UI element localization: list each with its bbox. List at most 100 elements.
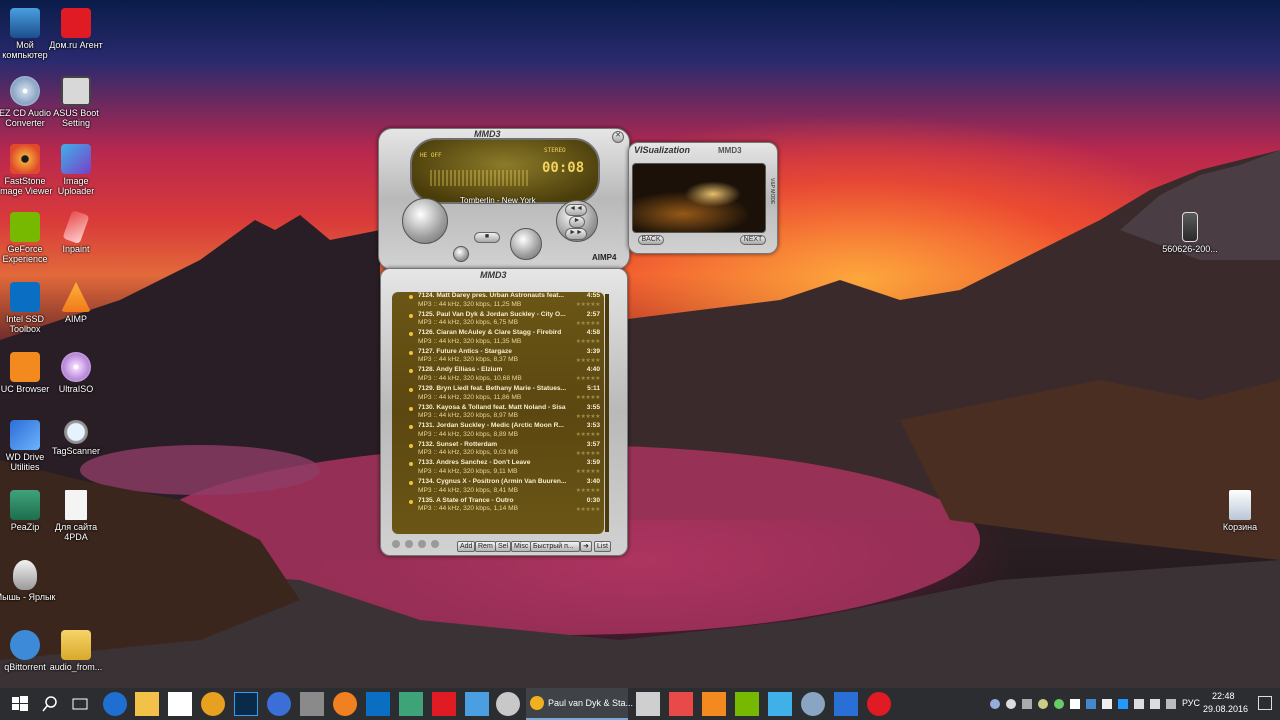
- domru-taskbar-icon[interactable]: [432, 692, 456, 716]
- playlist-item-rating[interactable]: ★★★★★: [576, 431, 601, 440]
- playlist-item-rating[interactable]: ★★★★★: [576, 487, 601, 496]
- wd-taskbar-icon[interactable]: [834, 692, 858, 716]
- desktop-icon-image-uploader[interactable]: Image Uploader: [44, 144, 108, 196]
- playlist-item[interactable]: 7129. Bryn Liedl feat. Bethany Marie - S…: [392, 385, 604, 404]
- playlist-item[interactable]: 7133. Andres Sanchez - Don't Leave MP3 ::…: [392, 459, 604, 478]
- app-icon-4[interactable]: [333, 692, 357, 716]
- desktop-icon-domru[interactable]: Дом.ru Агент: [44, 8, 108, 50]
- task-view-icon[interactable]: [68, 692, 92, 716]
- tray-icon-4[interactable]: [1038, 699, 1048, 709]
- play-button[interactable]: ►: [569, 216, 585, 228]
- next-button[interactable]: ►►: [565, 228, 587, 240]
- desktop-icon-tagscanner[interactable]: TagScanner: [44, 420, 108, 456]
- playlist-item-rating[interactable]: ★★★★★: [576, 375, 601, 384]
- prev-button[interactable]: ◄◄: [565, 204, 587, 216]
- balance-knob[interactable]: [510, 228, 542, 260]
- uc-taskbar-icon[interactable]: [702, 692, 726, 716]
- tray-icon-2[interactable]: [1006, 699, 1016, 709]
- app-icon-2[interactable]: [267, 692, 291, 716]
- close-icon[interactable]: ✕: [612, 131, 624, 143]
- playlist-item-rating[interactable]: ★★★★★: [576, 357, 601, 366]
- app-icon-7[interactable]: [801, 692, 825, 716]
- playlist-item-rating[interactable]: ★★★★★: [576, 320, 601, 329]
- volume-knob[interactable]: [402, 198, 448, 244]
- playlist-item-rating[interactable]: ★★★★★: [576, 413, 601, 422]
- playlist-item[interactable]: 7130. Kayosa & Tolland feat. Matt Noland…: [392, 404, 604, 423]
- desktop-icon-mouse[interactable]: Мышь - Ярлык: [0, 560, 57, 602]
- search-icon[interactable]: [38, 692, 62, 716]
- app-icon-6[interactable]: [768, 692, 792, 716]
- start-icon[interactable]: [8, 692, 32, 716]
- vis-next-button[interactable]: NEXT: [740, 235, 766, 245]
- bluetooth-icon[interactable]: [1118, 699, 1128, 709]
- intel-taskbar-icon[interactable]: [366, 692, 390, 716]
- desktop-icon-4pda[interactable]: Для сайта 4PDA: [44, 490, 108, 542]
- calculator-icon[interactable]: [636, 692, 660, 716]
- volume-icon[interactable]: [1150, 699, 1160, 709]
- small-knob[interactable]: [453, 246, 469, 262]
- clock-time[interactable]: 22:48: [1212, 691, 1235, 701]
- app-icon-3[interactable]: [300, 692, 324, 716]
- playlist-search-field[interactable]: Быстрый п...: [530, 541, 580, 552]
- playlist-item[interactable]: 7135. A State of Trance - Outro MP3 :: 44…: [392, 497, 604, 516]
- playlist-item[interactable]: 7132. Sunset - Rotterdam MP3 :: 44 kHz, 3…: [392, 441, 604, 460]
- playlist-item-rating[interactable]: ★★★★★: [576, 506, 601, 515]
- playlist-item-rating[interactable]: ★★★★★: [576, 301, 601, 310]
- desktop-icon-inpaint[interactable]: Inpaint: [44, 209, 108, 254]
- tray-icon-3[interactable]: [1022, 699, 1032, 709]
- playlist-item-rating[interactable]: ★★★★★: [576, 468, 601, 477]
- playlist-list[interactable]: 7124. Matt Darey pres. Urban Astronauts …: [392, 292, 604, 534]
- playlist-item-duration: 4:55: [586, 292, 600, 299]
- explorer-icon[interactable]: [135, 692, 159, 716]
- playlist-item[interactable]: 7134. Cygnus X - Positron (Armin Van Buu…: [392, 478, 604, 497]
- playlist-item-rating[interactable]: ★★★★★: [576, 394, 601, 403]
- playlist-item-bullet-icon: [409, 499, 413, 504]
- notifications-icon[interactable]: [1258, 696, 1272, 710]
- network-icon[interactable]: [1134, 699, 1144, 709]
- playlist-item[interactable]: 7127. Future Antics - Stargaze MP3 :: 44 …: [392, 348, 604, 367]
- playlist-add-button[interactable]: Add: [457, 541, 476, 552]
- playlist-item[interactable]: 7125. Paul Van Dyk & Jordan Suckley - Ci…: [392, 311, 604, 330]
- playlist-search-arrow-icon[interactable]: ➜: [580, 541, 592, 552]
- geforce-taskbar-icon[interactable]: [735, 692, 759, 716]
- taskbar-active-aimp[interactable]: Paul van Dyk & Sta...: [526, 688, 633, 720]
- playlist-item[interactable]: 7124. Matt Darey pres. Urban Astronauts …: [392, 292, 604, 311]
- playlist-rem-button[interactable]: Rem: [475, 541, 496, 552]
- app-icon-5[interactable]: [465, 692, 489, 716]
- edge-icon[interactable]: [103, 692, 127, 716]
- tray-icon-7[interactable]: [1086, 699, 1096, 709]
- app-icon-8[interactable]: [867, 692, 891, 716]
- playlist-item-rating[interactable]: ★★★★★: [576, 338, 601, 347]
- desktop-icon-ultraiso[interactable]: UltraISO: [44, 352, 108, 394]
- inpaint-taskbar-icon[interactable]: [669, 692, 693, 716]
- action-center-tray-icon[interactable]: [1166, 699, 1176, 709]
- tray-icon-1[interactable]: [990, 699, 1000, 709]
- desktop-icon-image-file[interactable]: 560626-200...: [1158, 212, 1222, 254]
- desktop-icon-recycle-bin[interactable]: Корзина: [1208, 490, 1272, 532]
- playlist-item[interactable]: 7126. Ciaran McAuley & Clare Stagg - Fir…: [392, 329, 604, 348]
- playlist-scrollbar[interactable]: [605, 294, 609, 532]
- stop-button[interactable]: ■: [474, 232, 500, 243]
- keyboard-language[interactable]: РУС: [1182, 698, 1200, 708]
- desktop-icon-asus-boot[interactable]: ASUS Boot Setting: [44, 76, 108, 128]
- photoshop-icon[interactable]: [234, 692, 258, 716]
- playlist-sel-button[interactable]: Sel: [495, 541, 512, 552]
- peazip-taskbar-icon[interactable]: [399, 692, 423, 716]
- desktop-icon-aimp[interactable]: AIMP: [44, 282, 108, 324]
- vis-back-button[interactable]: BACK: [638, 235, 664, 245]
- playlist-misc-button[interactable]: Misc: [511, 541, 532, 552]
- playlist-item-title: 7134. Cygnus X - Positron (Armin Van Buu…: [418, 477, 567, 485]
- clock-date[interactable]: 29.08.2016: [1203, 704, 1248, 714]
- playlist-item[interactable]: 7131. Jordan Suckley - Medic (Arctic Moo…: [392, 422, 604, 441]
- playlist-item[interactable]: 7128. Andy Elliass - Elzium MP3 :: 44 kHz…: [392, 366, 604, 385]
- tray-icon-6[interactable]: [1070, 699, 1080, 709]
- playlist-item-rating[interactable]: ★★★★★: [576, 450, 601, 459]
- tray-icon-5[interactable]: [1054, 699, 1064, 709]
- tray-icon-8[interactable]: [1102, 699, 1112, 709]
- playlist-mini-transport[interactable]: [392, 539, 452, 551]
- app-icon-1[interactable]: [201, 692, 225, 716]
- playlist-list-button[interactable]: List: [594, 541, 611, 552]
- desktop-icon-audio-zip[interactable]: audio_from...: [44, 630, 108, 672]
- cd-taskbar-icon[interactable]: [496, 692, 520, 716]
- store-icon[interactable]: [168, 692, 192, 716]
